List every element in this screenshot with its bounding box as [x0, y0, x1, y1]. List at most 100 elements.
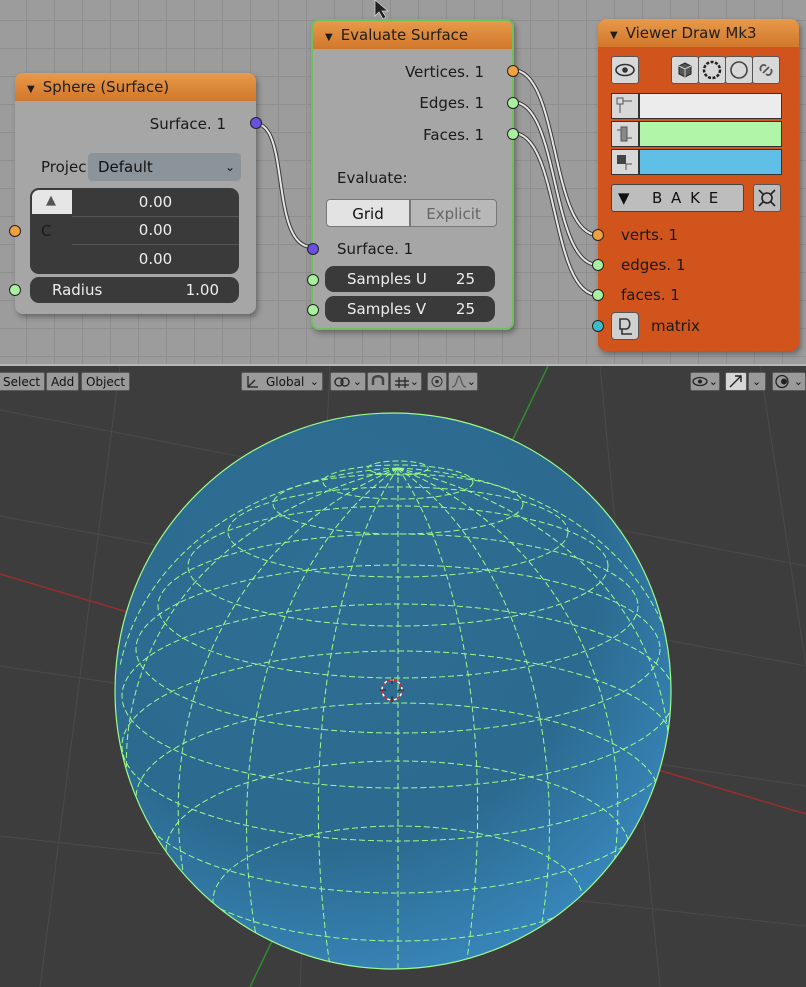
- socket-samples-v-input[interactable]: [307, 304, 319, 316]
- evaluate-node-title: Evaluate Surface: [340, 26, 469, 44]
- mouse-cursor-icon: [374, 0, 389, 20]
- orientation-gizmo-icon: [247, 376, 258, 388]
- menu-object[interactable]: Object: [81, 372, 131, 391]
- vertex-color-icon-button[interactable]: [611, 93, 639, 119]
- menu-select[interactable]: Select: [0, 372, 46, 391]
- snap-toggle[interactable]: [367, 372, 389, 391]
- gizmo-icon: [729, 375, 742, 388]
- 3d-viewport[interactable]: Select Add Object Global ⌄ ⌄ ⌄ ⌄ ⌄ ⌄ ⌄: [0, 366, 806, 987]
- gizmo-dropdown[interactable]: ⌄: [748, 372, 766, 391]
- pivot-icon: [334, 377, 350, 387]
- collapse-triangle-icon[interactable]: ▼: [610, 22, 618, 50]
- matrix-toggle-button[interactable]: [611, 312, 639, 340]
- projection-value: Default: [98, 158, 153, 176]
- viewport-canvas[interactable]: [0, 366, 806, 987]
- radius-field[interactable]: Radius 1.00: [30, 277, 239, 303]
- samples-u-field[interactable]: Samples U 25: [325, 266, 495, 292]
- chevron-down-icon: ⌄: [352, 375, 362, 388]
- socket-surface-output[interactable]: [250, 117, 262, 129]
- output-vertices-label: Vertices. 1: [405, 63, 484, 81]
- magnet-icon: [371, 375, 385, 385]
- edge-color-icon-button[interactable]: [611, 121, 639, 147]
- projection-label: Projec: [41, 158, 87, 176]
- chevron-down-icon: ⌄: [409, 375, 419, 388]
- vertex-display-icon: [616, 97, 632, 113]
- vertex-color-swatch[interactable]: [639, 93, 782, 119]
- display-link-button[interactable]: [752, 56, 780, 84]
- socket-edges-input[interactable]: [592, 259, 604, 271]
- face-color-icon-button[interactable]: [611, 149, 639, 175]
- socket-matrix-input[interactable]: [592, 320, 604, 332]
- input-edges-label: edges. 1: [621, 256, 686, 274]
- display-verts-button[interactable]: [671, 56, 699, 84]
- socket-samples-u-input[interactable]: [307, 274, 319, 286]
- link-icon: [759, 64, 773, 76]
- socket-radius-input[interactable]: [9, 284, 21, 296]
- face-color-swatch[interactable]: [639, 149, 782, 175]
- socket-edges-output[interactable]: [507, 97, 519, 109]
- viewer-node-header[interactable]: ▼ Viewer Draw Mk3: [598, 19, 799, 47]
- menu-add[interactable]: Add: [46, 372, 80, 391]
- radius-value: 1.00: [185, 281, 219, 299]
- samples-v-label: Samples V: [347, 300, 427, 318]
- circle-icon: [730, 61, 748, 79]
- chevron-down-icon: ⌄: [466, 375, 476, 388]
- cube-icon: [678, 62, 692, 78]
- input-faces-label: faces. 1: [621, 286, 680, 304]
- gizmo-toggle[interactable]: [725, 372, 747, 391]
- bake-target-icon: [758, 189, 776, 207]
- proportional-edit-icon: [431, 376, 443, 387]
- edge-color-swatch[interactable]: [639, 121, 782, 147]
- socket-faces-input[interactable]: [592, 289, 604, 301]
- chevron-down-icon: ⌄: [752, 375, 762, 388]
- sphere-node-header[interactable]: ▼ Sphere (Surface): [15, 73, 256, 101]
- snap-target-dropdown[interactable]: ⌄: [390, 372, 422, 391]
- chevron-down-icon: ⌄: [309, 375, 319, 388]
- viewer-draw-node[interactable]: ▼ Viewer Draw Mk3 ▼ B A K E verts. 1 edg…: [592, 19, 799, 351]
- orientation-value: Global: [266, 375, 305, 389]
- center-z-field[interactable]: 0.00: [72, 245, 239, 273]
- evaluate-node-header[interactable]: ▼ Evaluate Surface: [313, 21, 512, 49]
- samples-v-field[interactable]: Samples V 25: [325, 296, 495, 322]
- eye-toggle-button[interactable]: [611, 56, 639, 84]
- transform-orientation-dropdown[interactable]: Global ⌄: [241, 372, 323, 391]
- input-surface-label: Surface. 1: [337, 240, 414, 258]
- center-label: C: [41, 222, 52, 240]
- proportional-edit-toggle[interactable]: [427, 372, 447, 391]
- wire-circle-icon: [702, 60, 722, 80]
- sphere-surface-node[interactable]: ▼ Sphere (Surface) Surface. 1 Projec Defa…: [9, 73, 262, 314]
- projection-dropdown[interactable]: Default ⌄: [88, 153, 241, 181]
- bake-label: B A K E: [652, 189, 721, 207]
- evaluate-label: Evaluate:: [337, 169, 408, 187]
- socket-faces-output[interactable]: [507, 128, 519, 140]
- collapse-triangle-icon[interactable]: ▼: [325, 24, 333, 52]
- node-editor[interactable]: ▼ Sphere (Surface) Surface. 1 Projec Defa…: [0, 0, 806, 366]
- collapse-triangle-icon[interactable]: ▼: [27, 76, 35, 104]
- socket-vertices-output[interactable]: [507, 65, 519, 77]
- vector-toggle-button[interactable]: ▲: [32, 190, 72, 214]
- pivot-point-dropdown[interactable]: ⌄: [330, 372, 366, 391]
- sphere-mesh[interactable]: [114, 412, 676, 976]
- display-edges-button[interactable]: [698, 56, 726, 84]
- bake-options-button[interactable]: [753, 184, 781, 212]
- chevron-down-icon: ⌄: [224, 160, 235, 174]
- input-verts-label: verts. 1: [621, 226, 679, 244]
- socket-center-input[interactable]: [9, 225, 21, 237]
- center-x-field[interactable]: 0.00: [72, 188, 239, 217]
- overlay-circles-icon: [775, 374, 789, 389]
- mode-explicit-button[interactable]: Explicit: [410, 199, 497, 227]
- input-matrix-label: matrix: [651, 317, 700, 335]
- display-faces-button[interactable]: [725, 56, 753, 84]
- evaluate-surface-node[interactable]: ▼ Evaluate Surface Vertices. 1 Edges. 1 F…: [307, 19, 519, 330]
- bake-button[interactable]: ▼ B A K E: [611, 184, 744, 212]
- center-y-field[interactable]: 0.00: [72, 216, 239, 245]
- chevron-down-icon: ⌄: [708, 375, 718, 388]
- socket-verts-input[interactable]: [592, 229, 604, 241]
- falloff-dropdown[interactable]: ⌄: [448, 372, 478, 391]
- center-vector-field[interactable]: ▲ 0.00 0.00 0.00: [30, 188, 239, 274]
- visibility-dropdown[interactable]: ⌄: [690, 372, 720, 391]
- socket-surface-input[interactable]: [307, 243, 319, 255]
- mode-grid-button[interactable]: Grid: [326, 199, 410, 227]
- overlays-dropdown[interactable]: ⌄: [772, 372, 806, 391]
- triangle-down-icon: ▼: [618, 189, 630, 207]
